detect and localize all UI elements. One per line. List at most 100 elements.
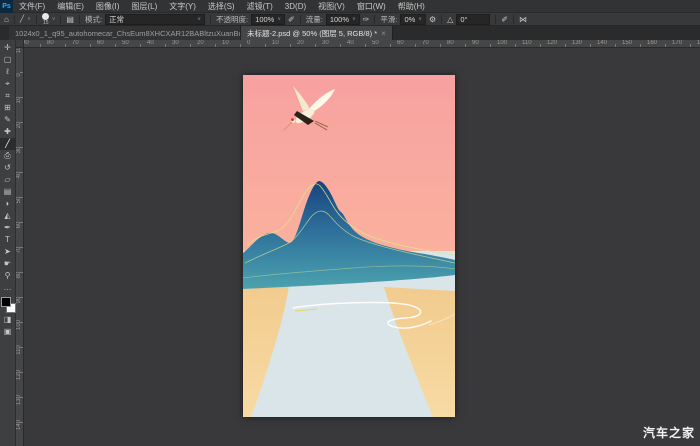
blur-tool[interactable]: ◗	[0, 198, 16, 210]
smoothing-select[interactable]: 0% ∨	[400, 14, 426, 25]
h-ruler-label: 100	[497, 40, 507, 46]
menu-help[interactable]: 帮助(H)	[392, 0, 431, 13]
h-ruler-label: 70	[72, 40, 79, 46]
brush-angle-icon: △	[447, 13, 453, 26]
zoom-tool[interactable]: ⚲	[0, 270, 16, 282]
opacity-pressure-icon[interactable]: ✐	[288, 13, 295, 26]
h-ruler-label: 30	[172, 40, 179, 46]
h-ruler-label: 110	[522, 40, 532, 46]
ruler-origin-corner[interactable]	[16, 40, 24, 48]
menu-layer[interactable]: 图层(L)	[125, 0, 163, 13]
h-ruler-label: 40	[147, 40, 154, 46]
flow-select[interactable]: 100% ∨	[326, 14, 360, 25]
healing-brush-tool[interactable]: ✚	[0, 126, 16, 138]
gradient-tool[interactable]: ▤	[0, 186, 16, 198]
brush-size-value: 15	[43, 20, 49, 26]
photoshop-window: Ps 文件(F) 编辑(E) 图像(I) 图层(L) 文字(Y) 选择(S) 滤…	[0, 0, 700, 446]
h-ruler-label: 20	[297, 40, 304, 46]
chevron-down-icon: ∨	[352, 15, 356, 24]
home-icon[interactable]: ⌂	[4, 13, 9, 26]
h-ruler-label: 10	[272, 40, 279, 46]
crop-tool[interactable]: ⌗	[0, 90, 16, 102]
marquee-tool[interactable]: ▢	[0, 54, 16, 66]
color-swatches[interactable]	[0, 296, 16, 314]
type-tool[interactable]: T	[0, 234, 16, 246]
brush-preset-icon[interactable]: ╱	[20, 13, 24, 26]
h-ruler-label: 50	[372, 40, 379, 46]
v-ruler-label: 60	[16, 215, 24, 235]
document-tab-psd-active[interactable]: 未标题-2.psd @ 50% (图层 5, RGB/8) * ×	[241, 26, 393, 40]
airbrush-icon[interactable]: ✑	[363, 13, 370, 26]
menu-select[interactable]: 选择(S)	[202, 0, 241, 13]
hand-tool[interactable]: ☛	[0, 258, 16, 270]
pen-tool[interactable]: ✒	[0, 222, 16, 234]
smoothing-gear-icon[interactable]: ⚙	[429, 13, 436, 26]
h-ruler-label: 70	[422, 40, 429, 46]
quick-mask-button[interactable]: ◨	[0, 314, 16, 326]
menu-file[interactable]: 文件(F)	[13, 0, 51, 13]
eyedropper-tool[interactable]: ✎	[0, 114, 16, 126]
canvas-pasteboard	[24, 48, 700, 446]
mode-label: 模式:	[85, 14, 102, 25]
quick-selection-tool[interactable]: ⌖	[0, 78, 16, 90]
v-ruler-label: 90	[16, 290, 24, 310]
tool-bar: ✛▢ℓ⌖⌗⊞✎✚╱⎙↺▱▤◗◭✒T➤☛⚲… ◨▣	[0, 40, 16, 446]
foreground-color-swatch[interactable]	[1, 297, 11, 307]
size-pressure-icon[interactable]: ✐	[501, 13, 508, 26]
v-ruler-label: 10	[16, 48, 24, 60]
photoshop-logo-icon: Ps	[0, 0, 13, 13]
v-ruler-label: 140	[16, 415, 24, 435]
dodge-tool[interactable]: ◭	[0, 210, 16, 222]
h-ruler-label: 60	[397, 40, 404, 46]
v-ruler-label: 120	[16, 365, 24, 385]
flow-label: 流量:	[306, 14, 323, 25]
h-ruler-label: 10	[222, 40, 229, 46]
mode-select[interactable]: 正常 ∨	[105, 14, 205, 25]
h-ruler-label: 0	[247, 40, 250, 46]
h-ruler-label: 140	[597, 40, 607, 46]
v-ruler-label: 10	[16, 90, 24, 110]
h-ruler-label: 130	[572, 40, 582, 46]
menu-bar: Ps 文件(F) 编辑(E) 图像(I) 图层(L) 文字(Y) 选择(S) 滤…	[0, 0, 700, 13]
history-brush-tool[interactable]: ↺	[0, 162, 16, 174]
chevron-down-icon: ∨	[197, 15, 201, 24]
menu-3d[interactable]: 3D(D)	[279, 0, 312, 13]
vertical-ruler[interactable]: 100102030405060708090100110120130140	[16, 48, 24, 446]
document-canvas[interactable]	[243, 75, 455, 417]
more-tools[interactable]: …	[0, 282, 16, 294]
h-ruler-label: 60	[97, 40, 104, 46]
options-bar: ⌂ ╱ ∨ 15 ∨ ▤ 模式: 正常 ∨ 不透明度: 100% ∨ ✐ 流量:…	[0, 13, 700, 26]
opacity-label: 不透明度:	[216, 14, 248, 25]
frame-tool[interactable]: ⊞	[0, 102, 16, 114]
document-tab-jpg[interactable]: 1024x0_1_q95_autohomecar_ChsEum8XHCXAR12…	[9, 26, 241, 40]
close-icon[interactable]: ×	[381, 29, 386, 38]
horizontal-ruler[interactable]: 9080706050403020100102030405060708090100…	[16, 40, 700, 48]
chevron-down-icon: ∨	[277, 15, 281, 24]
paint-symmetry-icon[interactable]: ⋈	[519, 13, 527, 26]
move-tool[interactable]: ✛	[0, 42, 16, 54]
brush-settings-panel-icon[interactable]: ▤	[66, 13, 74, 26]
menu-filter[interactable]: 滤镜(T)	[241, 0, 279, 13]
h-ruler-label: 20	[197, 40, 204, 46]
h-ruler-label: 80	[447, 40, 454, 46]
menu-window[interactable]: 窗口(W)	[351, 0, 392, 13]
opacity-select[interactable]: 100% ∨	[251, 14, 285, 25]
smoothing-label: 平滑:	[380, 14, 397, 25]
clone-stamp-tool[interactable]: ⎙	[0, 150, 16, 162]
menu-edit[interactable]: 编辑(E)	[51, 0, 90, 13]
v-ruler-label: 70	[16, 240, 24, 260]
h-ruler-label: 40	[347, 40, 354, 46]
v-ruler-label: 20	[16, 115, 24, 135]
menu-type[interactable]: 文字(Y)	[163, 0, 202, 13]
menu-view[interactable]: 视图(V)	[312, 0, 351, 13]
brush-angle-input[interactable]: 0°	[456, 14, 490, 25]
screen-mode-button[interactable]: ▣	[0, 326, 16, 338]
v-ruler-label: 130	[16, 390, 24, 410]
brush-tip-preview[interactable]: 15	[42, 13, 49, 26]
lasso-tool[interactable]: ℓ	[0, 66, 16, 78]
watermark-text: 汽车之家	[643, 424, 695, 441]
path-selection-tool[interactable]: ➤	[0, 246, 16, 258]
eraser-tool[interactable]: ▱	[0, 174, 16, 186]
menu-image[interactable]: 图像(I)	[90, 0, 126, 13]
brush-tool[interactable]: ╱	[0, 138, 16, 150]
